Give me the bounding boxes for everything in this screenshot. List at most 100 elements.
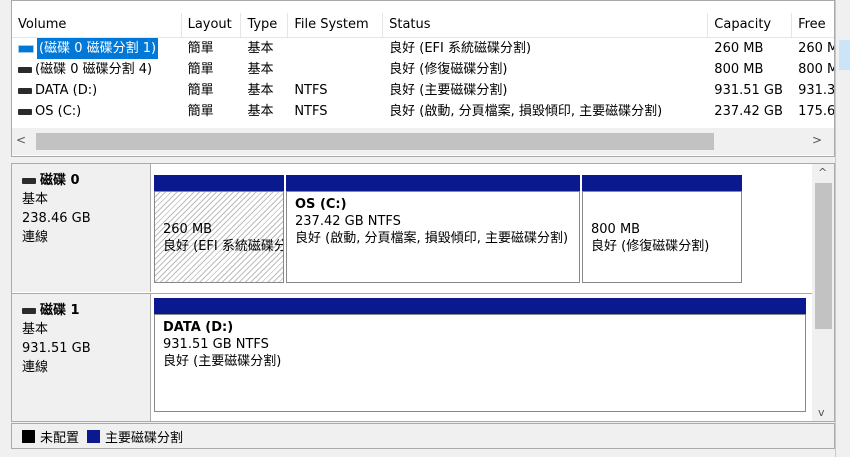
cell-volume: (磁碟 0 磁碟分割 1) [12, 38, 182, 59]
cell-capacity: 800 MB [714, 62, 764, 77]
primary-partition-swatch [87, 429, 101, 443]
drive-icon [18, 44, 34, 53]
table-row[interactable]: (磁碟 0 磁碟分割 1) 簡單 基本 良好 (EFI 系統磁碟分割) 260 … [12, 38, 835, 59]
cell-capacity: 237.42 GB [714, 104, 783, 119]
cell-free: 800 M [798, 62, 835, 77]
list-top-strip [12, 1, 834, 13]
cell-volume: DATA (D:) [12, 80, 182, 101]
legend-primary-partition: 主要磁碟分割 [105, 430, 184, 446]
disk-1-size: 931.51 GB [22, 341, 91, 356]
vertical-scroll-thumb[interactable] [815, 183, 832, 329]
disk-1-type: 基本 [22, 322, 49, 337]
partition-status: 良好 (修復磁碟分割) [591, 239, 710, 254]
partition-color-bar [154, 298, 806, 314]
cell-layout: 簡單 [187, 83, 214, 98]
volume-list[interactable]: Volume Layout Type File System Status Ca… [11, 0, 835, 157]
disk-0-type: 基本 [22, 192, 49, 207]
partition-status: 良好 (主要磁碟分割) [163, 354, 282, 369]
disk-0-state: 連線 [22, 230, 49, 245]
drive-icon [18, 108, 32, 115]
drive-icon [18, 87, 32, 94]
partition-body: OS (C:) 237.42 GB NTFS 良好 (啟動, 分頁檔案, 損毀傾… [286, 191, 580, 283]
volume-rows: (磁碟 0 磁碟分割 1) 簡單 基本 良好 (EFI 系統磁碟分割) 260 … [12, 38, 835, 122]
cell-file-system [288, 38, 383, 59]
partition-color-bar [154, 175, 284, 191]
partition-size: 800 MB [591, 222, 641, 237]
cell-type: 基本 [247, 41, 274, 56]
column-header-type[interactable]: Type [241, 13, 289, 37]
cell-free: 931.3 [798, 83, 835, 98]
partition-title: DATA (D:) [163, 320, 234, 335]
partition-efi[interactable]: 260 MB 良好 (EFI 系統磁碟分割) [154, 175, 284, 283]
partition-body: 260 MB 良好 (EFI 系統磁碟分割) [154, 191, 284, 283]
cell-type: 基本 [247, 104, 274, 119]
legend: 未配置 主要磁碟分割 [11, 423, 835, 449]
cell-layout: 簡單 [187, 104, 214, 119]
list-header: Volume Layout Type File System Status Ca… [12, 13, 834, 38]
partition-size: 237.42 GB NTFS [295, 214, 401, 229]
volume-name: OS (C:) [35, 104, 82, 119]
partition-status: 良好 (啟動, 分頁檔案, 損毀傾印, 主要磁碟分割) [295, 231, 569, 246]
cell-file-system: NTFS [294, 83, 328, 98]
column-header-volume[interactable]: Volume [12, 13, 182, 37]
partition-size: 931.51 GB NTFS [163, 337, 269, 352]
window-frame-left [0, 0, 11, 457]
volume-name: DATA (D:) [35, 83, 98, 98]
partition-title: OS (C:) [295, 197, 347, 212]
legend-unallocated: 未配置 [40, 430, 80, 446]
disk-0-info[interactable]: 磁碟 0 基本 238.46 GB 連線 [12, 164, 151, 292]
cell-capacity: 931.51 GB [714, 83, 783, 98]
cell-type: 基本 [247, 62, 274, 77]
partition-color-bar [286, 175, 580, 191]
partition-os-c[interactable]: OS (C:) 237.42 GB NTFS 良好 (啟動, 分頁檔案, 損毀傾… [286, 175, 580, 283]
partition-data-d[interactable]: DATA (D:) 931.51 GB NTFS 良好 (主要磁碟分割) [154, 298, 806, 412]
scroll-up-icon[interactable]: ^ [818, 166, 827, 179]
scroll-right-icon[interactable]: > [812, 133, 822, 147]
disk-1-info[interactable]: 磁碟 1 基本 931.51 GB 連線 [12, 294, 151, 421]
cell-status: 良好 (修復磁碟分割) [389, 62, 508, 77]
disk-0-size: 238.46 GB [22, 211, 91, 226]
partition-status: 良好 (EFI 系統磁碟分割) [163, 239, 283, 254]
column-header-layout[interactable]: Layout [182, 13, 242, 37]
volume-name: (磁碟 0 磁碟分割 4) [35, 62, 153, 77]
scroll-down-icon[interactable]: v [818, 406, 825, 419]
window-frame-right [835, 0, 850, 457]
disk-map: 磁碟 0 基本 238.46 GB 連線 260 MB 良好 (EFI 系統磁碟… [11, 163, 835, 422]
cell-file-system: NTFS [294, 104, 328, 119]
volume-name: (磁碟 0 磁碟分割 1) [37, 38, 159, 59]
unallocated-swatch [22, 429, 35, 443]
cell-volume: (磁碟 0 磁碟分割 4) [12, 59, 182, 80]
cell-type: 基本 [247, 83, 274, 98]
table-row[interactable]: DATA (D:) 簡單 基本 NTFS 良好 (主要磁碟分割) 931.51 … [12, 80, 835, 101]
column-header-status[interactable]: Status [383, 13, 709, 37]
disk-icon [22, 307, 36, 314]
cell-layout: 簡單 [187, 41, 214, 56]
column-header-file-system[interactable]: File System [288, 13, 384, 37]
cell-free: 175.6 [798, 104, 835, 119]
cell-status: 良好 (啟動, 分頁檔案, 損毀傾印, 主要磁碟分割) [389, 104, 663, 119]
horizontal-scrollbar[interactable]: < > [12, 128, 834, 155]
disk-1-block: 磁碟 1 基本 931.51 GB 連線 DATA (D:) 931.51 GB… [12, 294, 812, 421]
cell-free: 260 M [798, 41, 835, 56]
vertical-scrollbar[interactable]: ^ v [812, 164, 834, 421]
drive-icon [18, 66, 32, 73]
disk-1-name: 磁碟 1 [22, 301, 150, 320]
disk-icon [22, 177, 36, 184]
table-row[interactable]: OS (C:) 簡單 基本 NTFS 良好 (啟動, 分頁檔案, 損毀傾印, 主… [12, 101, 835, 122]
table-row[interactable]: (磁碟 0 磁碟分割 4) 簡單 基本 良好 (修復磁碟分割) 800 MB 8… [12, 59, 835, 80]
cell-layout: 簡單 [187, 62, 214, 77]
cell-status: 良好 (EFI 系統磁碟分割) [389, 41, 532, 56]
column-header-free[interactable]: Free [792, 13, 834, 37]
partition-recovery[interactable]: 800 MB 良好 (修復磁碟分割) [582, 175, 742, 283]
disk-1-state: 連線 [22, 360, 49, 375]
partition-size: 260 MB [163, 222, 213, 237]
horizontal-scroll-thumb[interactable] [36, 133, 714, 150]
partition-body: DATA (D:) 931.51 GB NTFS 良好 (主要磁碟分割) [154, 314, 806, 412]
partition-color-bar [582, 175, 742, 191]
side-accent [839, 40, 850, 70]
partition-body: 800 MB 良好 (修復磁碟分割) [582, 191, 742, 283]
column-header-capacity[interactable]: Capacity [708, 13, 793, 37]
scroll-left-icon[interactable]: < [16, 133, 26, 147]
cell-capacity: 260 MB [714, 41, 764, 56]
cell-volume: OS (C:) [12, 101, 182, 122]
